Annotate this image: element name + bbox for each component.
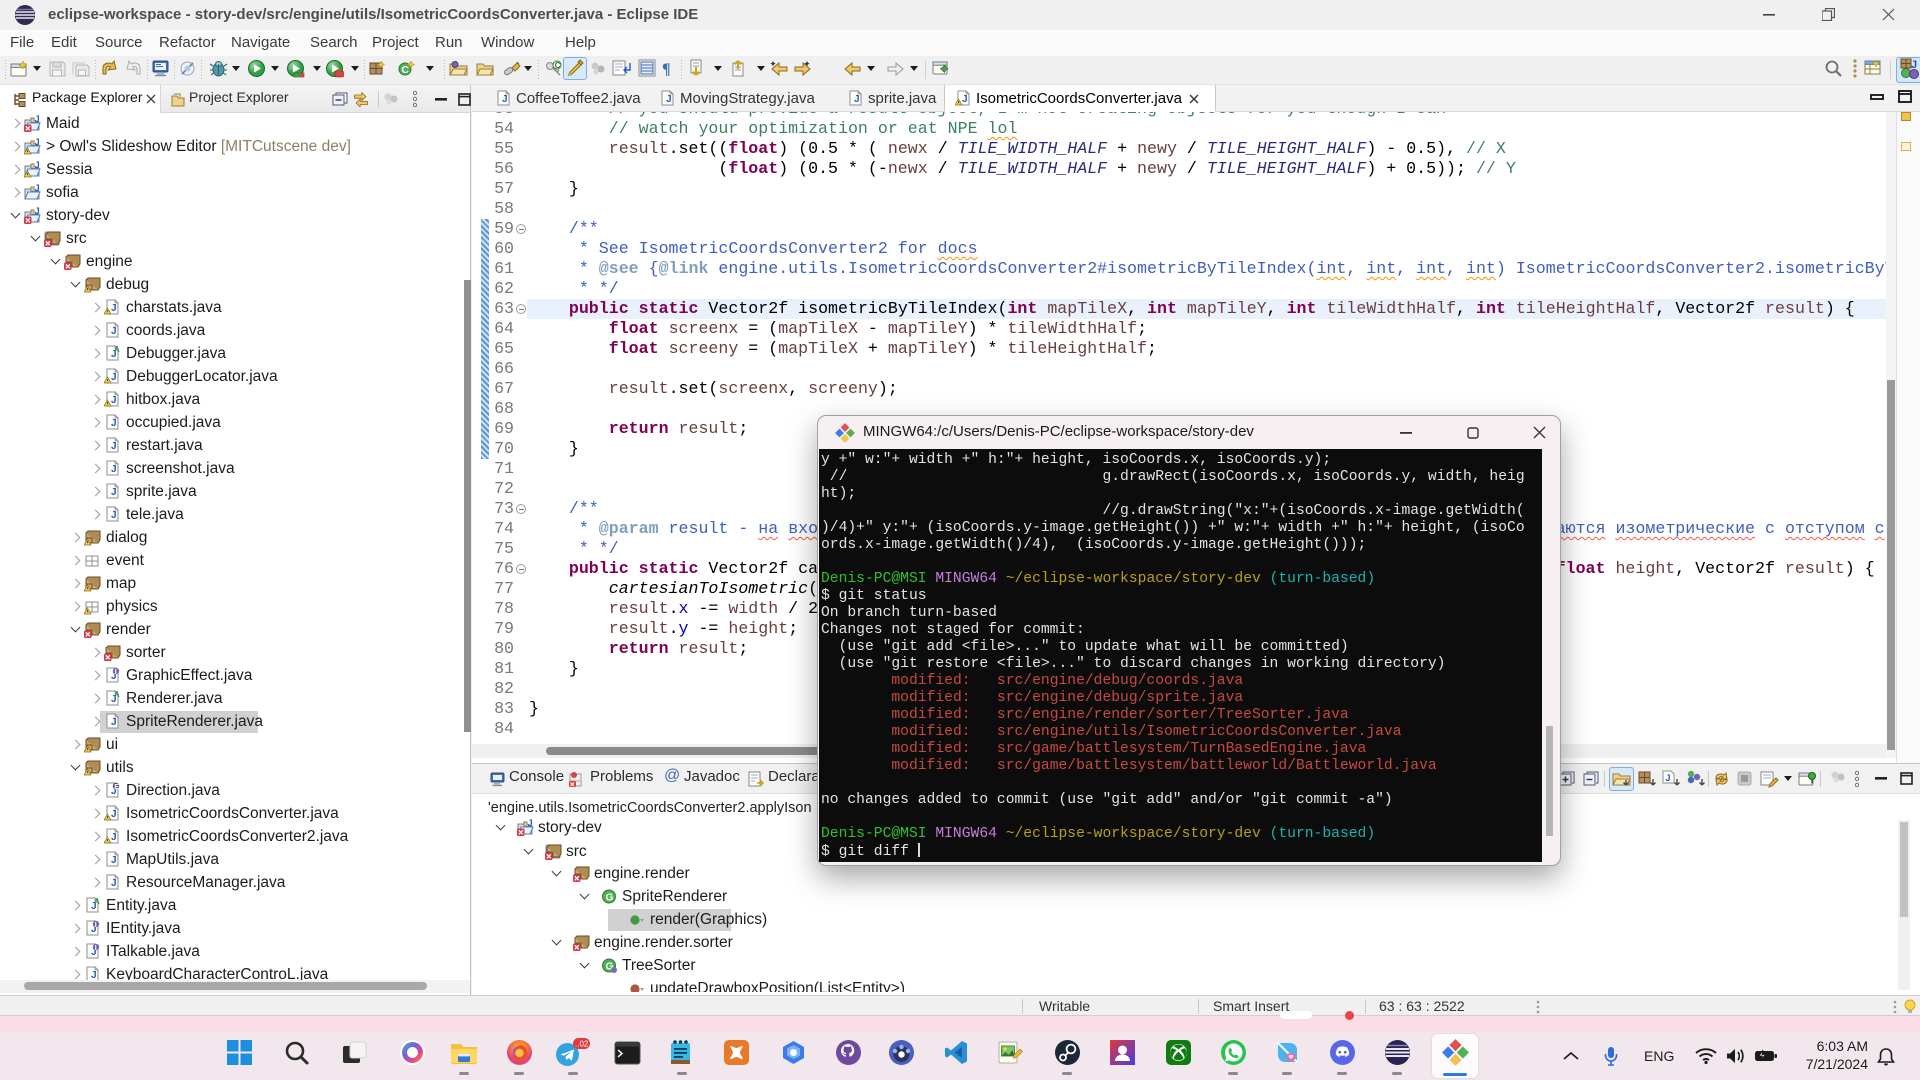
svg-text:I: I [115,669,117,676]
svg-text:J: J [111,372,117,383]
svg-text:J: J [111,418,117,429]
svg-text:¶: ¶ [662,61,671,77]
svg-text:I: I [95,922,97,929]
svg-text:J: J [111,464,117,475]
svg-text:J: J [111,809,117,820]
svg-text:J: J [35,138,40,147]
svg-text:..02: ..02 [575,1040,589,1049]
svg-text:J: J [528,819,533,828]
svg-text:J: J [35,115,40,124]
svg-text:J: J [111,303,117,314]
svg-text:J: J [35,184,40,193]
svg-text:J: J [111,326,117,337]
svg-text:J: J [502,94,508,105]
svg-text:A: A [114,690,120,699]
svg-text:J: J [111,395,117,406]
svg-text:J: J [111,487,117,498]
svg-text:J: J [854,94,860,105]
svg-text:J: J [962,94,968,105]
svg-text:J: J [111,855,117,866]
svg-text:J: J [35,161,40,170]
svg-text:J: J [111,441,117,452]
svg-text:C: C [401,64,409,76]
svg-text:G: G [606,892,614,903]
svg-text:C: C [555,61,561,70]
svg-text:I: I [95,945,97,952]
svg-text:J: J [111,717,117,728]
svg-text:J: J [35,207,40,216]
svg-text:J: J [666,94,672,105]
svg-text:J: J [111,510,117,521]
svg-text:E: E [114,784,119,791]
svg-text:A: A [94,897,100,906]
svg-text:J: J [111,878,117,889]
svg-text:J: J [111,832,117,843]
svg-text:A: A [114,345,120,354]
svg-text:J: J [1666,773,1671,783]
